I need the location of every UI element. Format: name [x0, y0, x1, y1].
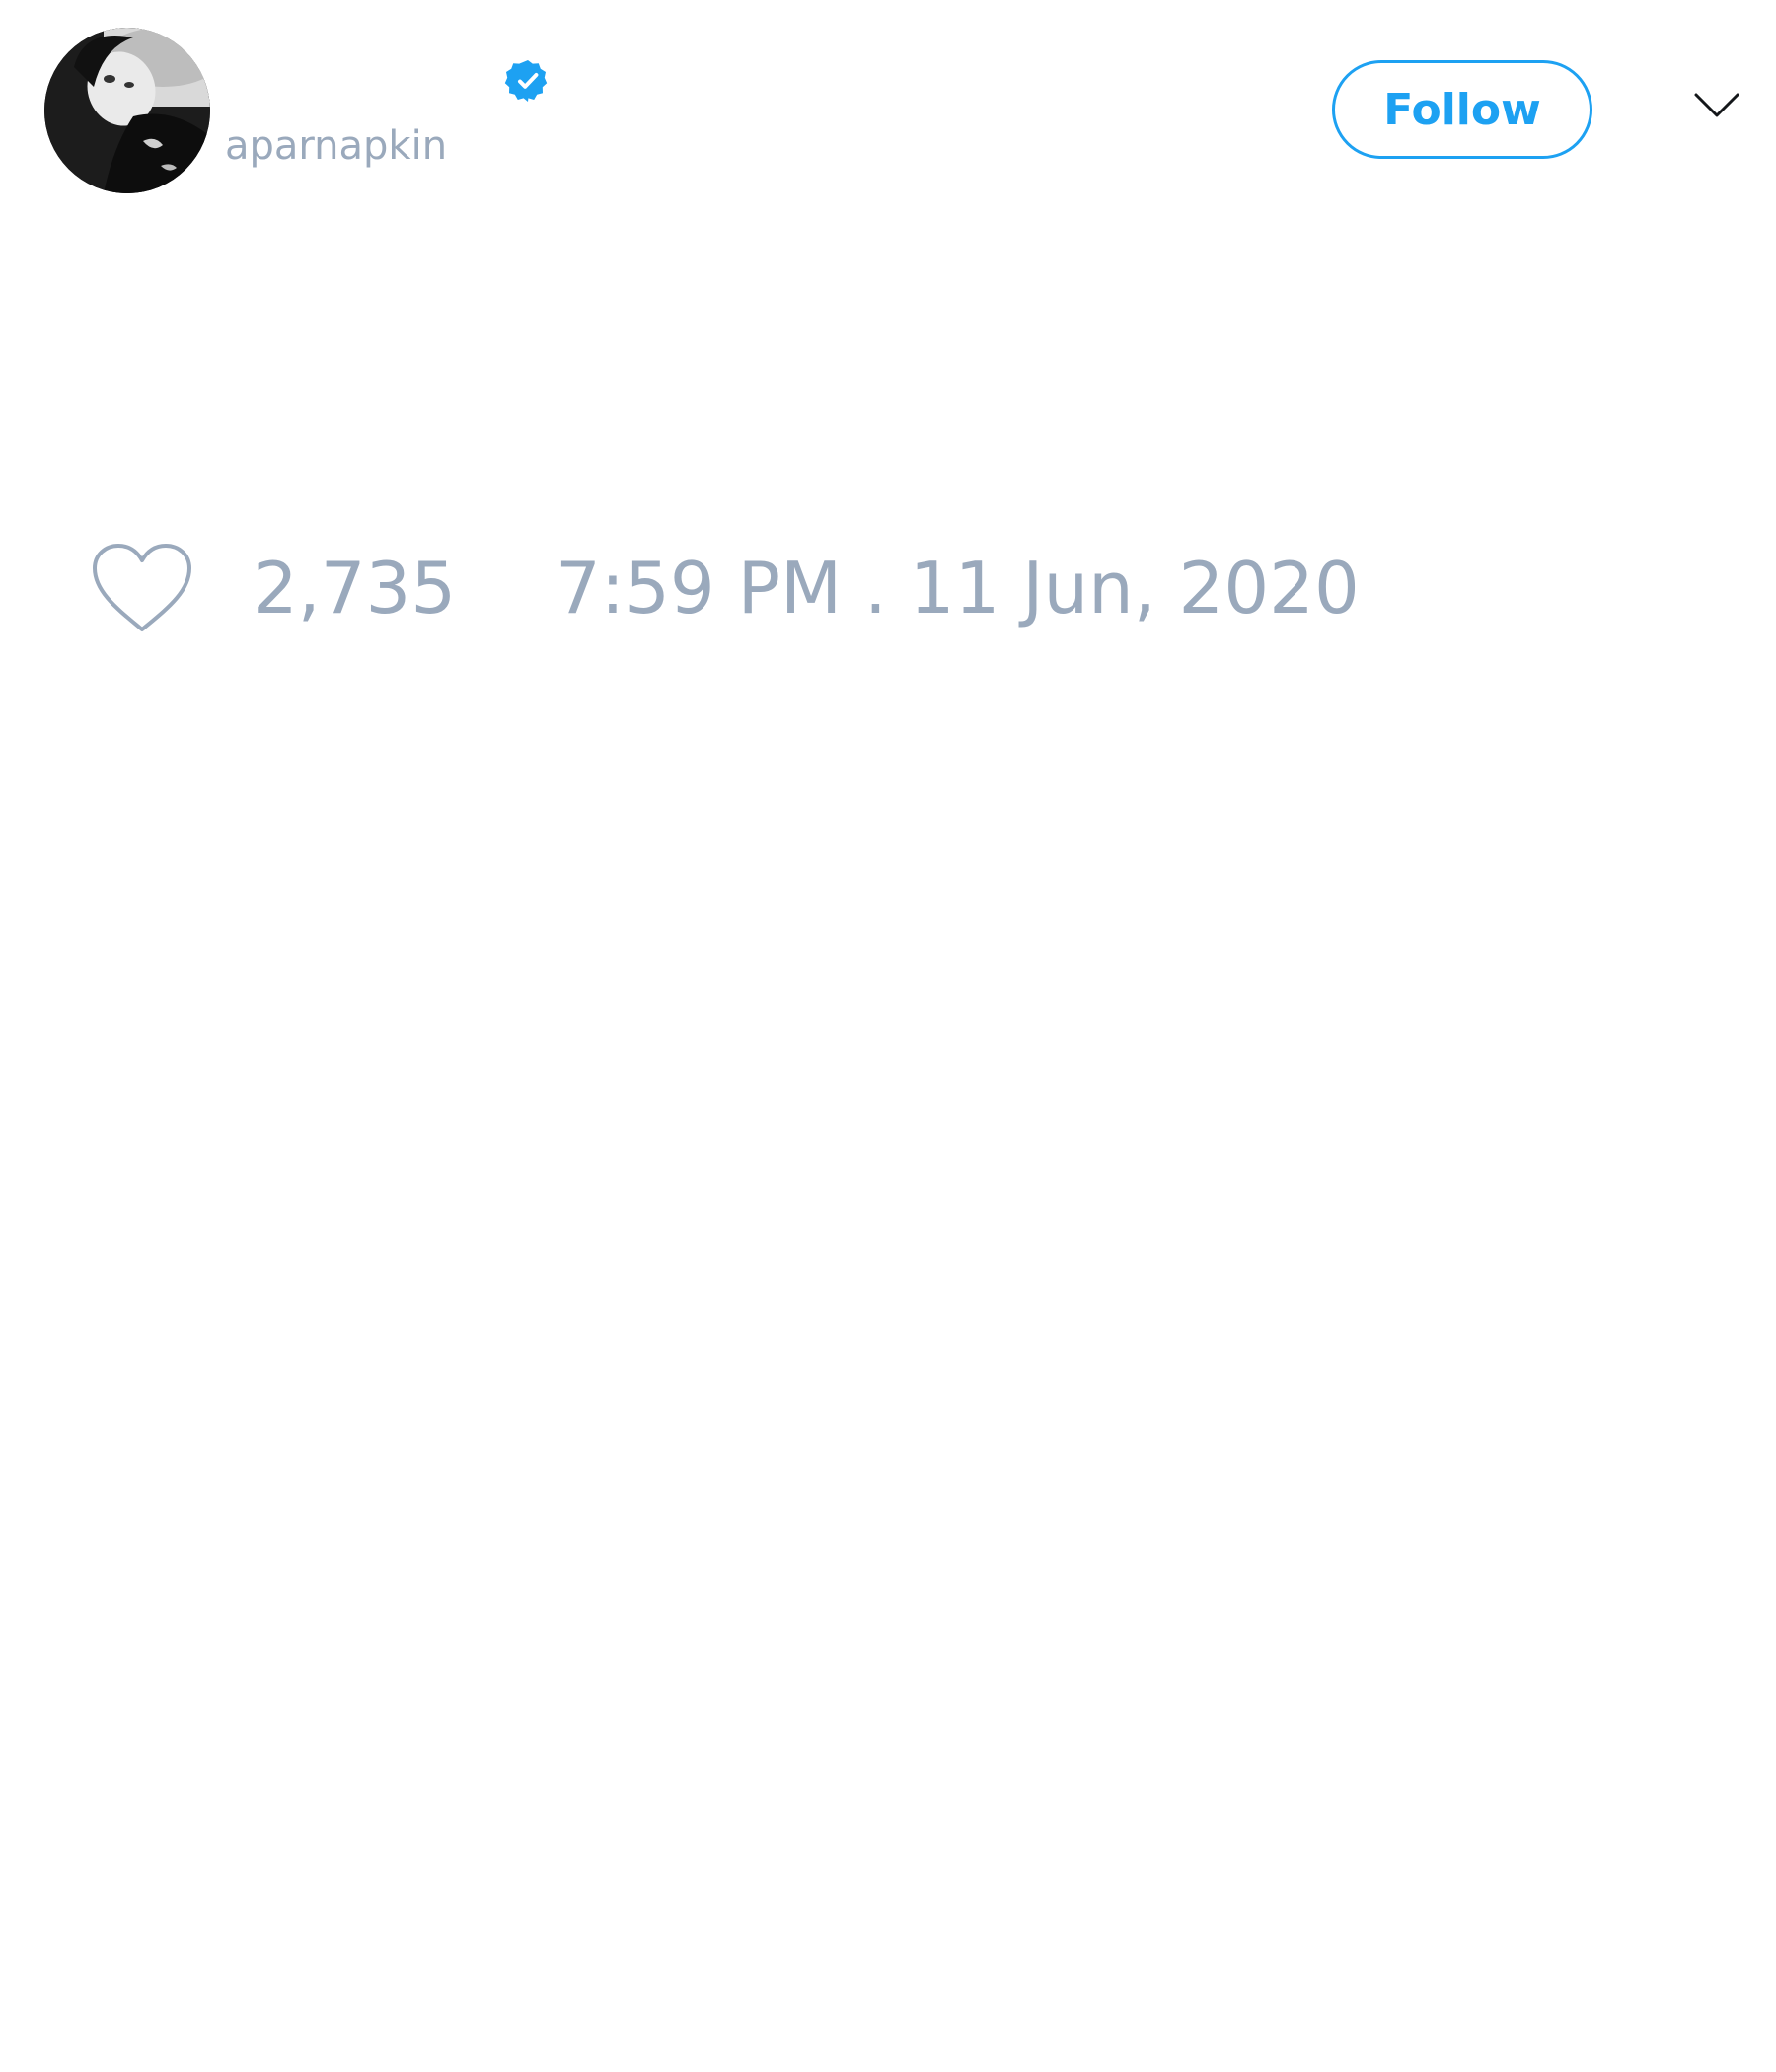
like-count: 2,735	[253, 547, 457, 629]
avatar[interactable]	[44, 28, 210, 193]
chevron-down-icon[interactable]	[1693, 91, 1740, 120]
heart-icon[interactable]	[89, 541, 195, 635]
verified-badge-icon	[504, 57, 552, 105]
tweet-timestamp[interactable]: 7:59 PM . 11 Jun, 2020	[555, 553, 1360, 624]
user-handle[interactable]: aparnapkin	[225, 126, 447, 166]
avatar-image	[44, 28, 210, 193]
follow-button[interactable]: Follow	[1332, 60, 1592, 159]
